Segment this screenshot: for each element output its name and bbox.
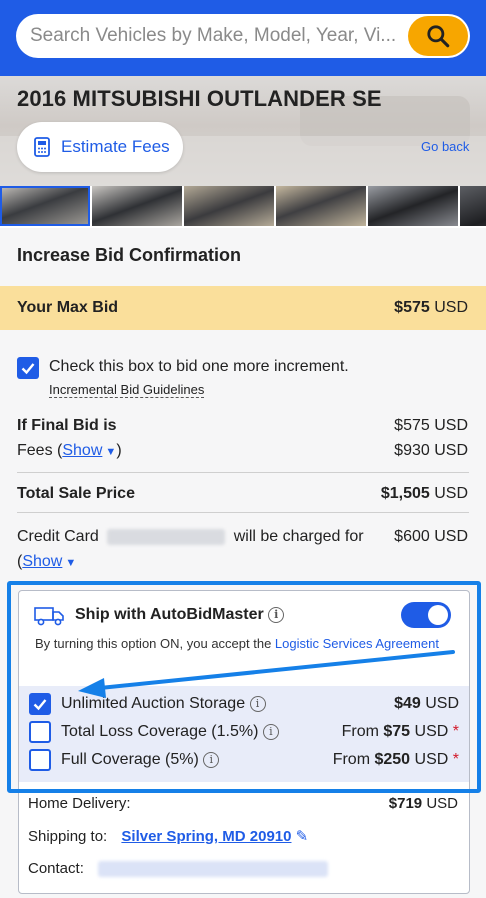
credit-show-row: (Show ▼	[17, 553, 77, 570]
contact-row: Contact:	[28, 860, 329, 878]
max-bid-value: $575 USD	[394, 299, 468, 316]
thumbnail-photo[interactable]	[0, 186, 90, 226]
thumbnail-photo[interactable]	[368, 186, 458, 226]
estimate-fees-label: Estimate Fees	[61, 137, 170, 156]
thumbnail-photo[interactable]	[276, 186, 366, 226]
shipping-address-link[interactable]: Silver Spring, MD 20910	[121, 828, 291, 845]
final-bid-value: $575 USD	[394, 417, 468, 434]
chevron-down-icon[interactable]: ▼	[62, 557, 76, 569]
section-title: Increase Bid Confirmation	[17, 245, 242, 265]
masked-contact-info	[98, 861, 329, 878]
search-input[interactable]	[30, 24, 410, 48]
search-button[interactable]	[408, 16, 468, 56]
final-bid-label: If Final Bid is	[17, 417, 117, 434]
photo-thumbnails	[0, 186, 486, 228]
top-bar	[0, 0, 486, 76]
total-sale-price-value: $1,505 USD	[380, 485, 468, 502]
credit-show-link[interactable]: Show	[22, 553, 62, 570]
home-delivery-price: $719 USD	[388, 795, 458, 812]
credit-card-amount: $600 USD	[394, 528, 468, 545]
divider	[17, 472, 469, 473]
calculator-icon	[34, 137, 50, 157]
increment-text: Check this box to bid one more increment…	[49, 358, 349, 375]
thumbnail-photo[interactable]	[184, 186, 274, 226]
estimate-fees-button[interactable]: Estimate Fees	[17, 122, 183, 172]
thumbnail-photo[interactable]	[92, 186, 182, 226]
increment-checkbox[interactable]	[17, 357, 39, 379]
search-bar[interactable]	[16, 14, 470, 58]
max-bid-row: Your Max Bid $575 USD	[0, 286, 486, 330]
divider	[17, 512, 469, 513]
incremental-bid-guidelines-link[interactable]: Incremental Bid Guidelines	[49, 382, 205, 398]
search-icon	[427, 25, 450, 48]
shipping-to-row: Shipping to: Silver Spring, MD 20910 ✎	[28, 828, 309, 845]
vehicle-title: 2016 MITSUBISHI OUTLANDER SE	[17, 86, 382, 111]
fees-value: $930 USD	[394, 442, 468, 459]
annotation-highlight-box	[7, 581, 481, 793]
pencil-icon[interactable]: ✎	[296, 828, 309, 845]
chevron-down-icon[interactable]: ▼	[102, 446, 116, 458]
thumbnail-photo[interactable]	[460, 186, 486, 226]
checkmark-icon	[21, 363, 35, 375]
fees-row: Fees (Show ▼)	[17, 442, 122, 459]
max-bid-label: Your Max Bid	[17, 299, 119, 316]
masked-card-number	[107, 528, 226, 545]
home-delivery-label: Home Delivery:	[28, 795, 131, 812]
go-back-link[interactable]: Go back	[421, 139, 469, 154]
fees-show-link[interactable]: Show	[62, 442, 102, 459]
total-sale-price-label: Total Sale Price	[17, 485, 135, 502]
credit-card-text: Credit Card will be charged for	[17, 528, 364, 545]
vehicle-header: 2016 MITSUBISHI OUTLANDER SE Estimate Fe…	[0, 76, 486, 186]
